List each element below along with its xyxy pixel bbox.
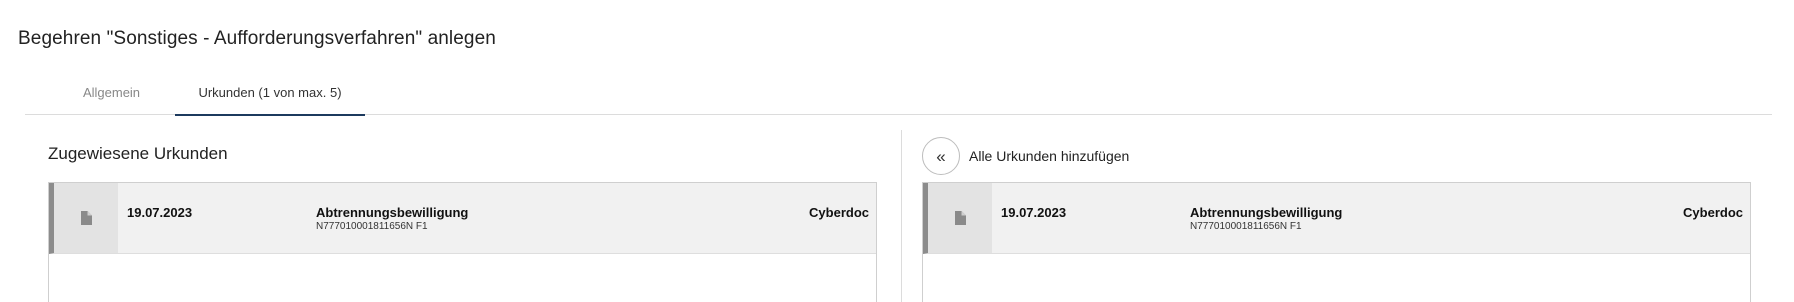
add-all-documents[interactable]: « Alle Urkunden hinzufügen — [922, 137, 1129, 175]
document-number: N777010001811656N F1 — [1190, 221, 1302, 232]
document-icon-cell — [54, 183, 118, 253]
document-icon — [81, 211, 92, 225]
document-source: Cyberdoc — [1683, 205, 1743, 220]
document-source: Cyberdoc — [809, 205, 869, 220]
tab-bar: Allgemein Urkunden (1 von max. 5) — [25, 70, 1772, 116]
document-title: Abtrennungsbewilligung — [1190, 205, 1343, 220]
document-number: N777010001811656N F1 — [316, 221, 428, 232]
double-chevron-left-icon[interactable]: « — [922, 137, 960, 175]
panel-divider — [901, 130, 902, 302]
page-title: Begehren "Sonstiges - Aufforderungsverfa… — [18, 28, 496, 49]
tab-allgemein[interactable]: Allgemein — [48, 70, 175, 115]
assigned-documents-list: 19.07.2023 Abtrennungsbewilligung N77701… — [48, 182, 877, 302]
tab-urkunden[interactable]: Urkunden (1 von max. 5) — [175, 70, 365, 116]
document-date: 19.07.2023 — [1001, 205, 1067, 220]
available-documents-list: 19.07.2023 Abtrennungsbewilligung N77701… — [922, 182, 1751, 302]
assigned-document-row[interactable]: 19.07.2023 Abtrennungsbewilligung N77701… — [49, 183, 876, 254]
document-icon — [955, 211, 966, 225]
add-all-documents-label: Alle Urkunden hinzufügen — [969, 148, 1130, 164]
assigned-documents-heading: Zugewiesene Urkunden — [48, 144, 228, 163]
document-title: Abtrennungsbewilligung — [316, 205, 469, 220]
document-date: 19.07.2023 — [127, 205, 193, 220]
document-icon-cell — [928, 183, 992, 253]
available-document-row[interactable]: 19.07.2023 Abtrennungsbewilligung N77701… — [923, 183, 1750, 254]
